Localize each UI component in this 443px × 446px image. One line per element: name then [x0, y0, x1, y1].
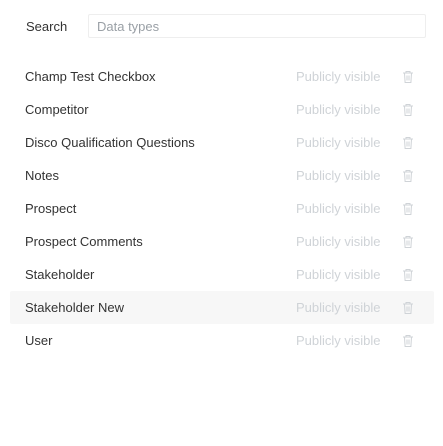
trash-icon[interactable]: [402, 268, 414, 282]
search-bar: Search: [26, 14, 426, 38]
data-type-name: Stakeholder New: [25, 300, 124, 315]
trash-icon[interactable]: [402, 235, 414, 249]
visibility-label[interactable]: Publicly visible: [296, 201, 381, 216]
data-type-row[interactable]: Notes Publicly visible: [10, 159, 434, 192]
visibility-label[interactable]: Publicly visible: [296, 168, 381, 183]
visibility-label[interactable]: Publicly visible: [296, 267, 381, 282]
visibility-label[interactable]: Publicly visible: [296, 333, 381, 348]
data-type-name: Champ Test Checkbox: [25, 69, 156, 84]
data-type-list: Champ Test Checkbox Publicly visible Com…: [10, 60, 434, 357]
data-type-row[interactable]: Prospect Publicly visible: [10, 192, 434, 225]
trash-icon[interactable]: [402, 301, 414, 315]
visibility-label[interactable]: Publicly visible: [296, 234, 381, 249]
visibility-label[interactable]: Publicly visible: [296, 102, 381, 117]
search-input[interactable]: [88, 14, 426, 38]
data-type-row[interactable]: Champ Test Checkbox Publicly visible: [10, 60, 434, 93]
trash-icon[interactable]: [402, 70, 414, 84]
trash-icon[interactable]: [402, 202, 414, 216]
data-type-name: Prospect: [25, 201, 77, 216]
trash-icon[interactable]: [402, 136, 414, 150]
data-type-name: Notes: [25, 168, 59, 183]
trash-icon[interactable]: [402, 103, 414, 117]
data-type-row[interactable]: Stakeholder New Publicly visible: [10, 291, 434, 324]
data-type-name: Competitor: [25, 102, 89, 117]
trash-icon[interactable]: [402, 334, 414, 348]
trash-icon[interactable]: [402, 169, 414, 183]
visibility-label[interactable]: Publicly visible: [296, 135, 381, 150]
visibility-label[interactable]: Publicly visible: [296, 69, 381, 84]
search-label: Search: [26, 18, 68, 34]
visibility-label[interactable]: Publicly visible: [296, 300, 381, 315]
data-type-name: Stakeholder: [25, 267, 95, 282]
data-type-row[interactable]: Disco Qualification Questions Publicly v…: [10, 126, 434, 159]
data-type-row[interactable]: Prospect Comments Publicly visible: [10, 225, 434, 258]
data-type-row[interactable]: Competitor Publicly visible: [10, 93, 434, 126]
data-type-row[interactable]: Stakeholder Publicly visible: [10, 258, 434, 291]
data-type-name: Prospect Comments: [25, 234, 143, 249]
data-type-name: User: [25, 333, 53, 348]
data-type-row[interactable]: User Publicly visible: [10, 324, 434, 357]
data-type-name: Disco Qualification Questions: [25, 135, 195, 150]
